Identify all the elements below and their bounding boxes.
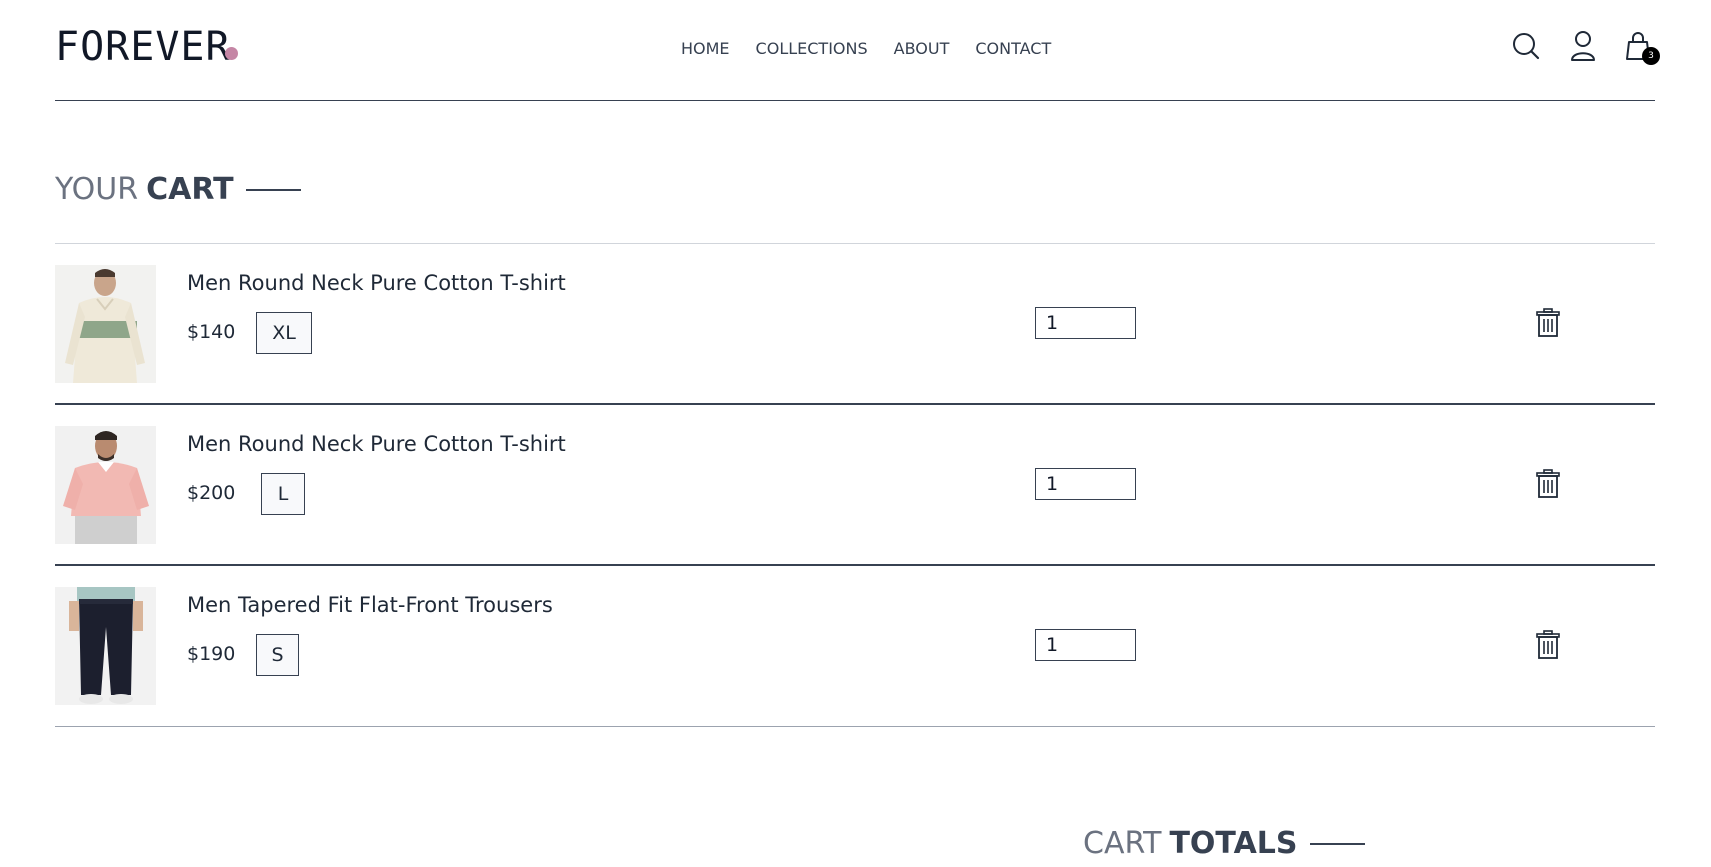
quantity-input[interactable] xyxy=(1035,468,1136,500)
cart-list: Men Round Neck Pure Cotton T-shirt $140 … xyxy=(55,243,1655,727)
nav-collections[interactable]: COLLECTIONS xyxy=(756,39,868,58)
delete-icon[interactable] xyxy=(1533,469,1563,499)
cart-item: Men Round Neck Pure Cotton T-shirt $200 … xyxy=(55,405,1655,566)
cart-title-bold: CART xyxy=(146,172,234,207)
delete-icon[interactable] xyxy=(1533,630,1563,660)
search-icon[interactable] xyxy=(1511,30,1541,62)
delete-icon[interactable] xyxy=(1533,308,1563,338)
product-image xyxy=(55,265,156,383)
product-price: $140 xyxy=(187,321,236,343)
cart-item: Men Round Neck Pure Cotton T-shirt $140 … xyxy=(55,244,1655,405)
totals-title-bold: TOTALS xyxy=(1169,826,1298,861)
quantity-input[interactable] xyxy=(1035,307,1136,339)
product-price: $190 xyxy=(187,643,236,665)
cart-icon[interactable]: 3 xyxy=(1625,30,1660,65)
product-size: L xyxy=(261,473,305,515)
cart-totals-title: CART TOTALS xyxy=(1083,826,1365,861)
header-icons: 3 xyxy=(1511,30,1660,65)
product-name[interactable]: Men Round Neck Pure Cotton T-shirt xyxy=(187,432,566,456)
cart-title: YOUR CART xyxy=(55,172,301,207)
nav-home[interactable]: HOME xyxy=(681,39,730,58)
product-image xyxy=(55,587,156,705)
profile-icon[interactable] xyxy=(1568,30,1598,62)
cart-item: Men Tapered Fit Flat-Front Trousers $190… xyxy=(55,566,1655,727)
totals-title-light: CART xyxy=(1083,826,1162,861)
product-size: S xyxy=(256,634,299,676)
logo[interactable]: FOREVER xyxy=(55,24,231,70)
product-price: $200 xyxy=(187,482,236,504)
quantity-input[interactable] xyxy=(1035,629,1136,661)
product-name[interactable]: Men Round Neck Pure Cotton T-shirt xyxy=(187,271,566,295)
title-rule xyxy=(1309,842,1365,845)
cart-title-light: YOUR xyxy=(55,172,139,207)
title-rule xyxy=(245,188,301,191)
site-header: FOREVER HOME COLLECTIONS ABOUT CONTACT 3 xyxy=(55,0,1660,101)
nav-contact[interactable]: CONTACT xyxy=(975,39,1051,58)
product-size: XL xyxy=(256,312,312,354)
product-name[interactable]: Men Tapered Fit Flat-Front Trousers xyxy=(187,593,553,617)
main-nav: HOME COLLECTIONS ABOUT CONTACT xyxy=(681,39,1051,58)
product-image xyxy=(55,426,156,544)
cart-count-badge: 3 xyxy=(1642,47,1660,65)
nav-about[interactable]: ABOUT xyxy=(894,39,950,58)
logo-dot xyxy=(225,47,238,60)
